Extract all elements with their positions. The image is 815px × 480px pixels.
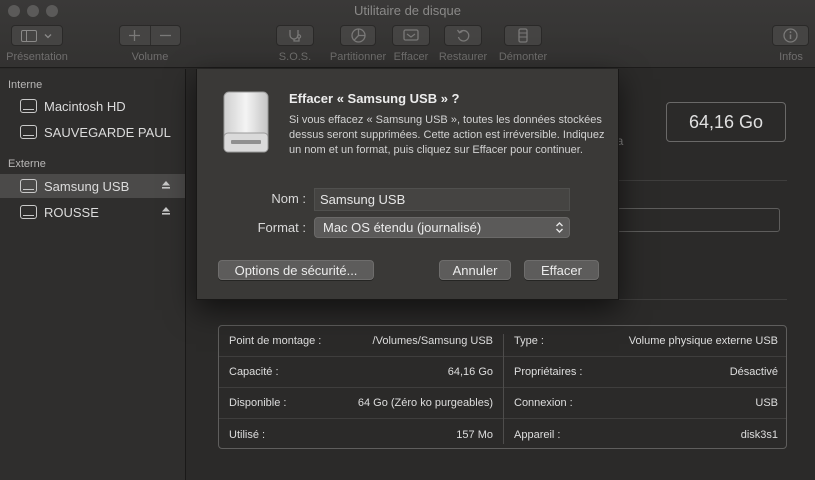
partition-label: Partitionner <box>329 51 387 63</box>
table-row: Appareil : disk3s1 <box>504 419 786 448</box>
updown-chevron-icon <box>556 222 563 233</box>
info-table: Point de montage : /Volumes/Samsung USB … <box>218 325 787 449</box>
divider <box>619 299 787 300</box>
info-value: 64,16 Go <box>447 366 493 378</box>
erase-toolbar-button[interactable] <box>392 25 430 46</box>
erase-dialog: Effacer « Samsung USB » ? Si vous efface… <box>196 69 619 300</box>
info-label: Infos <box>779 51 803 63</box>
sidebar-item-rousse[interactable]: ROUSSE <box>0 200 185 224</box>
sidebar-item-label: SAUVEGARDE PAUL <box>44 124 171 140</box>
table-row: Utilisé : 157 Mo <box>219 419 503 448</box>
partition-button[interactable] <box>340 25 376 46</box>
dialog-title: Effacer « Samsung USB » ? <box>289 91 460 106</box>
volume-name-field[interactable] <box>314 188 570 211</box>
info-icon <box>783 28 798 43</box>
sidebar-toggle-icon <box>21 29 37 42</box>
sidebar-item-label: Macintosh HD <box>44 98 126 114</box>
erase-disk-icon <box>403 28 419 41</box>
restore-arrow-icon <box>456 29 469 42</box>
divider <box>619 180 787 181</box>
external-disk-icon <box>20 179 37 193</box>
sidebar-section-internal: Interne <box>8 79 43 91</box>
info-key: Type : <box>514 335 544 347</box>
info-column-right: Type : Volume physique externe USB Propr… <box>504 326 786 448</box>
table-row: Type : Volume physique externe USB <box>504 326 786 357</box>
first-aid-label: S.O.S. <box>278 51 312 63</box>
table-row: Capacité : 64,16 Go <box>219 357 503 388</box>
external-drive-icon <box>223 91 269 153</box>
sidebar-item-label: ROUSSE <box>44 204 99 220</box>
info-value: 64 Go (Zéro ko purgeables) <box>357 397 493 409</box>
table-row: Disponible : 64 Go (Zéro ko purgeables) <box>219 388 503 419</box>
eject-icon[interactable] <box>161 206 171 216</box>
table-row: Propriétaires : Désactivé <box>504 357 786 388</box>
window-title: Utilitaire de disque <box>354 3 461 18</box>
eject-icon[interactable] <box>161 180 171 190</box>
info-key: Capacité : <box>229 366 279 378</box>
remove-volume-button[interactable] <box>151 30 181 41</box>
format-label: Format : <box>257 220 306 235</box>
restore-label: Restaurer <box>438 51 488 63</box>
info-key: Appareil : <box>514 428 561 441</box>
info-value: disk3s1 <box>740 428 778 441</box>
first-aid-button[interactable] <box>276 25 314 46</box>
toolbar: Utilitaire de disque Présentation Volume… <box>0 0 815 68</box>
info-key: Propriétaires : <box>514 366 583 378</box>
unmount-icon <box>518 28 528 43</box>
plus-icon <box>129 30 141 41</box>
info-key: Utilisé : <box>229 428 266 441</box>
info-key: Disponible : <box>229 397 287 409</box>
erase-label: Effacer <box>393 51 429 63</box>
info-value: 157 Mo <box>456 428 493 441</box>
sidebar-item-sauvegarde-paul[interactable]: SAUVEGARDE PAUL <box>0 120 185 144</box>
table-row: Point de montage : /Volumes/Samsung USB <box>219 326 503 357</box>
info-column-left: Point de montage : /Volumes/Samsung USB … <box>219 326 503 448</box>
sidebar-item-macintosh-hd[interactable]: Macintosh HD <box>0 94 185 118</box>
capacity-display: 64,16 Go <box>666 102 786 142</box>
unmount-button[interactable] <box>504 25 542 46</box>
security-options-button[interactable]: Options de sécurité... <box>218 260 374 280</box>
unmount-label: Démonter <box>498 51 548 63</box>
format-popup-value: Mac OS étendu (journalisé) <box>323 220 482 235</box>
sidebar-item-samsung-usb[interactable]: Samsung USB <box>0 174 185 198</box>
usage-bar <box>617 208 780 232</box>
table-row: Connexion : USB <box>504 388 786 419</box>
cancel-button[interactable]: Annuler <box>439 260 511 280</box>
add-volume-button[interactable] <box>120 30 150 41</box>
volume-label: Volume <box>131 51 169 63</box>
presentation-label: Présentation <box>6 51 68 63</box>
info-button[interactable] <box>772 25 809 46</box>
info-value: USB <box>755 397 778 409</box>
info-value: Volume physique externe USB <box>628 335 778 347</box>
info-key: Point de montage : <box>229 335 322 347</box>
format-popup[interactable]: Mac OS étendu (journalisé) <box>314 217 570 238</box>
info-value: /Volumes/Samsung USB <box>372 335 493 347</box>
info-value: Désactivé <box>729 366 778 378</box>
sidebar: Interne Macintosh HD SAUVEGARDE PAUL Ext… <box>0 69 186 480</box>
restore-button[interactable] <box>444 25 482 46</box>
name-label: Nom : <box>271 191 306 206</box>
pie-chart-icon <box>350 28 366 43</box>
internal-disk-icon <box>20 99 37 113</box>
internal-disk-icon <box>20 125 37 139</box>
stethoscope-icon <box>289 29 302 42</box>
erase-button[interactable]: Effacer <box>524 260 599 280</box>
minus-icon <box>159 34 171 37</box>
sidebar-item-label: Samsung USB <box>44 178 130 194</box>
external-disk-icon <box>20 205 37 219</box>
sidebar-section-external: Externe <box>8 158 46 170</box>
chevron-down-icon <box>44 33 52 38</box>
presentation-button[interactable] <box>11 25 63 46</box>
volume-segmented-control <box>119 25 181 46</box>
info-key: Connexion : <box>514 397 573 409</box>
dialog-message: Si vous effacez « Samsung USB », toutes … <box>289 114 605 156</box>
